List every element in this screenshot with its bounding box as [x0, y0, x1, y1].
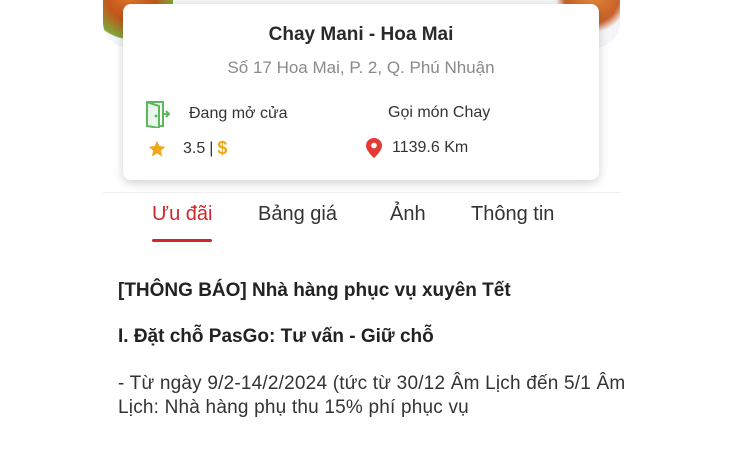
distance-value: 1139.6 Km: [392, 139, 469, 156]
star-icon: [147, 139, 167, 159]
tab-bar: Ưu đãi Bảng giá Ảnh Thông tin: [0, 203, 750, 243]
section-divider: [103, 192, 620, 193]
rating-separator: |: [209, 139, 214, 157]
restaurant-address: Số 17 Hoa Mai, P. 2, Q. Phú Nhuận: [227, 58, 495, 77]
price-level: $: [217, 138, 228, 158]
tab-uu-dai[interactable]: Ưu đãi: [152, 203, 213, 242]
distance-row: 1139.6 Km: [366, 138, 468, 158]
rating-value: 3.5: [183, 139, 206, 157]
restaurant-name: Chay Mani - Hoa Mai: [268, 24, 454, 45]
map-pin-icon: [366, 138, 382, 158]
booking-section-title: I. Đặt chỗ PasGo: Tư vấn - Giữ chỗ: [118, 326, 434, 347]
restaurant-info-card: Chay Mani - Hoa Mai Số 17 Hoa Mai, P. 2,…: [123, 4, 599, 180]
tab-anh[interactable]: Ảnh: [390, 203, 426, 238]
category-row: Gọi món Chay: [388, 104, 490, 122]
tab-bang-gia[interactable]: Bảng giá: [258, 203, 337, 238]
surcharge-notice: - Từ ngày 9/2-14/2/2024 (tức từ 30/12 Âm…: [118, 373, 626, 418]
door-open-icon: [145, 100, 171, 128]
announcement-heading: [THÔNG BÁO] Nhà hàng phục vụ xuyên Tết: [118, 280, 511, 301]
opening-status: Đang mở cửa: [189, 105, 288, 122]
status-row: Đang mở cửa: [145, 100, 288, 128]
rating-row: 3.5 | $: [147, 138, 227, 159]
cuisine-category: Gọi món Chay: [388, 104, 491, 121]
tab-thong-tin[interactable]: Thông tin: [471, 203, 554, 238]
promo-content: [THÔNG BÁO] Nhà hàng phục vụ xuyên Tết I…: [118, 280, 638, 420]
